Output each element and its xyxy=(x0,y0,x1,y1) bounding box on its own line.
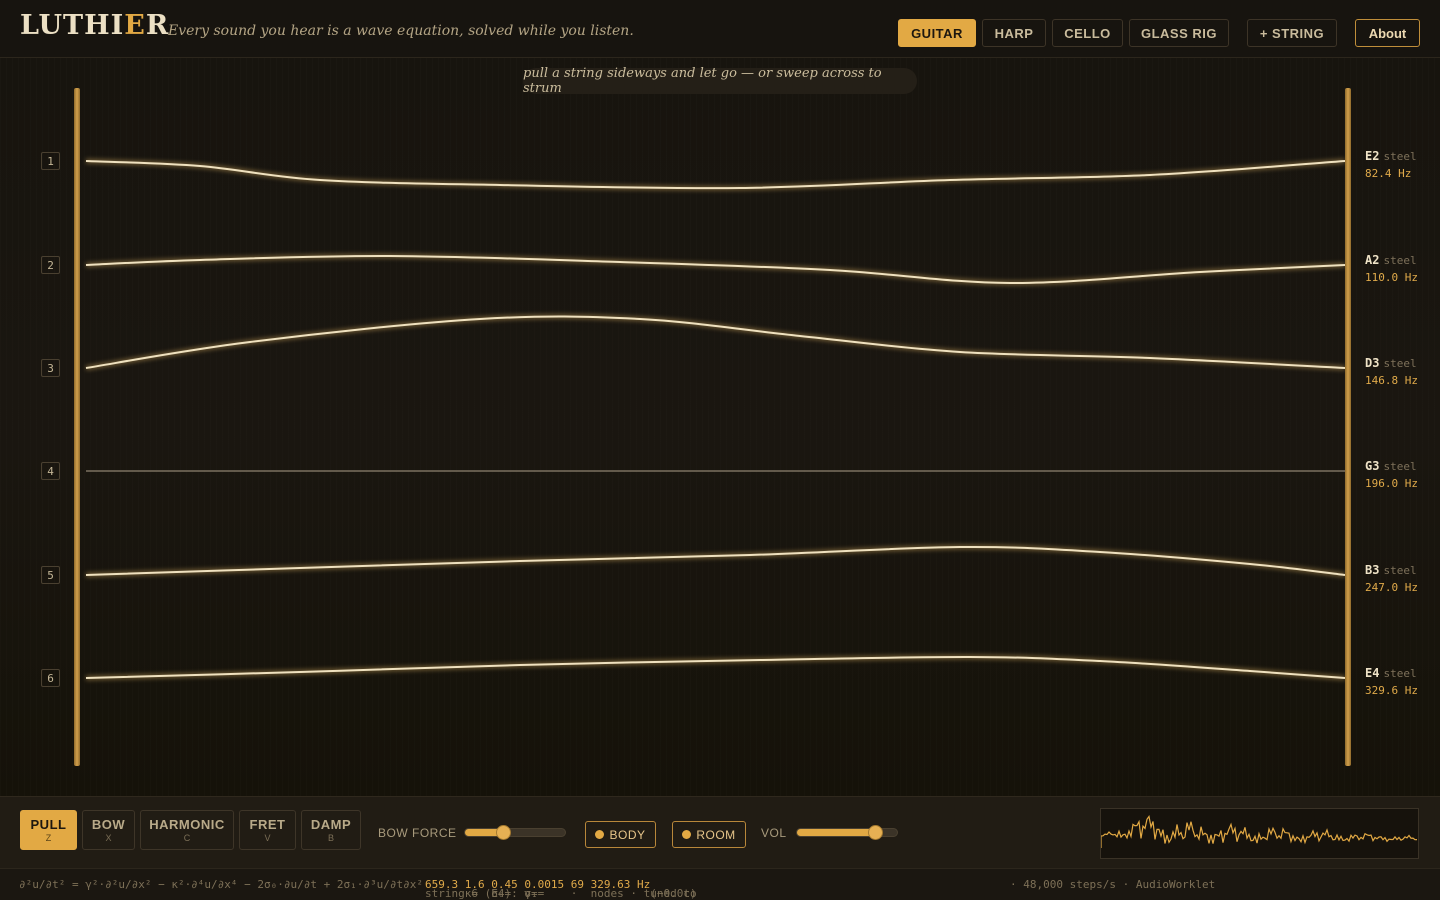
string-number-5[interactable]: 5 xyxy=(41,566,60,584)
string-glow-2 xyxy=(85,253,1346,286)
string-parameters: string 6 (E4): γ= 659.3 κ= 1.6 σ₀= 0.45 σ₁=… xyxy=(425,878,697,900)
string-label-5: B3 steel 247.0 Hz xyxy=(1365,559,1418,594)
waveform-scope xyxy=(1100,808,1419,859)
string-material: steel xyxy=(1383,564,1417,577)
string-frequency: 247.0 Hz xyxy=(1365,581,1418,594)
string-material: steel xyxy=(1383,150,1417,163)
string-frequency: 110.0 Hz xyxy=(1365,271,1418,284)
string-frequency: 146.8 Hz xyxy=(1365,374,1418,387)
string-note: D3 xyxy=(1365,356,1380,370)
string-frequency: 329.6 Hz xyxy=(1365,684,1418,697)
string-glow-3 xyxy=(85,313,1346,371)
bow-force-label: BOW FORCE xyxy=(378,826,457,840)
string-1[interactable] xyxy=(85,160,1346,190)
slider-thumb[interactable] xyxy=(868,825,883,840)
string-note: E2 xyxy=(1365,149,1380,163)
string-frequency: 82.4 Hz xyxy=(1365,167,1412,180)
status-bar: ∂²u/∂t² = γ²·∂²u/∂x² − κ²·∂⁴u/∂x⁴ − 2σ₀·… xyxy=(0,868,1440,900)
volume-slider[interactable] xyxy=(796,825,898,840)
mode-pull-button[interactable]: PULL Z xyxy=(20,810,77,850)
string-number-2[interactable]: 2 xyxy=(41,256,60,274)
string-label-1: E2 steel 82.4 Hz xyxy=(1365,145,1417,180)
string-number-6[interactable]: 6 xyxy=(41,669,60,687)
interaction-hint: pull a string sideways and let go — or s… xyxy=(523,66,917,96)
wave-equation: ∂²u/∂t² = γ²·∂²u/∂x² − κ²·∂⁴u/∂x⁴ − 2σ₀·… xyxy=(19,878,423,891)
body-toggle[interactable]: BODY xyxy=(585,821,656,848)
string-note: A2 xyxy=(1365,253,1380,267)
string-label-4: G3 steel 196.0 Hz xyxy=(1365,455,1418,490)
engine-info: · 48,000 steps/s · AudioWorklet xyxy=(1010,878,1216,891)
string-material: steel xyxy=(1383,460,1417,473)
string-material: steel xyxy=(1383,254,1417,267)
string-note: B3 xyxy=(1365,563,1380,577)
mode-damp-button[interactable]: DAMP B xyxy=(301,810,361,850)
volume-label: VOL xyxy=(761,826,787,840)
toggle-dot-icon xyxy=(682,830,692,839)
string-number-4[interactable]: 4 xyxy=(41,462,60,480)
bridge-bar xyxy=(1345,88,1351,766)
string-label-2: A2 steel 110.0 Hz xyxy=(1365,249,1418,284)
string-material: steel xyxy=(1383,357,1417,370)
string-material: steel xyxy=(1383,667,1417,680)
bow-force-slider[interactable] xyxy=(464,825,566,840)
control-bar: PULL Z BOW X HARMONIC C FRET V DAMP B BOW FOR… xyxy=(0,796,1440,868)
nut-bar xyxy=(74,88,80,766)
mode-bow-button[interactable]: BOW X xyxy=(82,810,135,850)
string-glow-5 xyxy=(85,544,1346,578)
slider-thumb[interactable] xyxy=(496,825,511,840)
strings-canvas[interactable] xyxy=(0,0,1440,796)
string-frequency: 196.0 Hz xyxy=(1365,477,1418,490)
slider-fill xyxy=(797,829,875,836)
string-label-6: E4 steel 329.6 Hz xyxy=(1365,662,1418,697)
string-note: G3 xyxy=(1365,459,1380,473)
string-label-3: D3 steel 146.8 Hz xyxy=(1365,352,1418,387)
mode-fret-button[interactable]: FRET V xyxy=(239,810,296,850)
string-number-3[interactable]: 3 xyxy=(41,359,60,377)
room-toggle[interactable]: ROOM xyxy=(672,821,746,848)
string-number-1[interactable]: 1 xyxy=(41,152,60,170)
string-note: E4 xyxy=(1365,666,1380,680)
mode-harmonic-button[interactable]: HARMONIC C xyxy=(140,810,234,850)
toggle-dot-icon xyxy=(595,830,605,839)
waveform-trace xyxy=(1100,815,1418,848)
